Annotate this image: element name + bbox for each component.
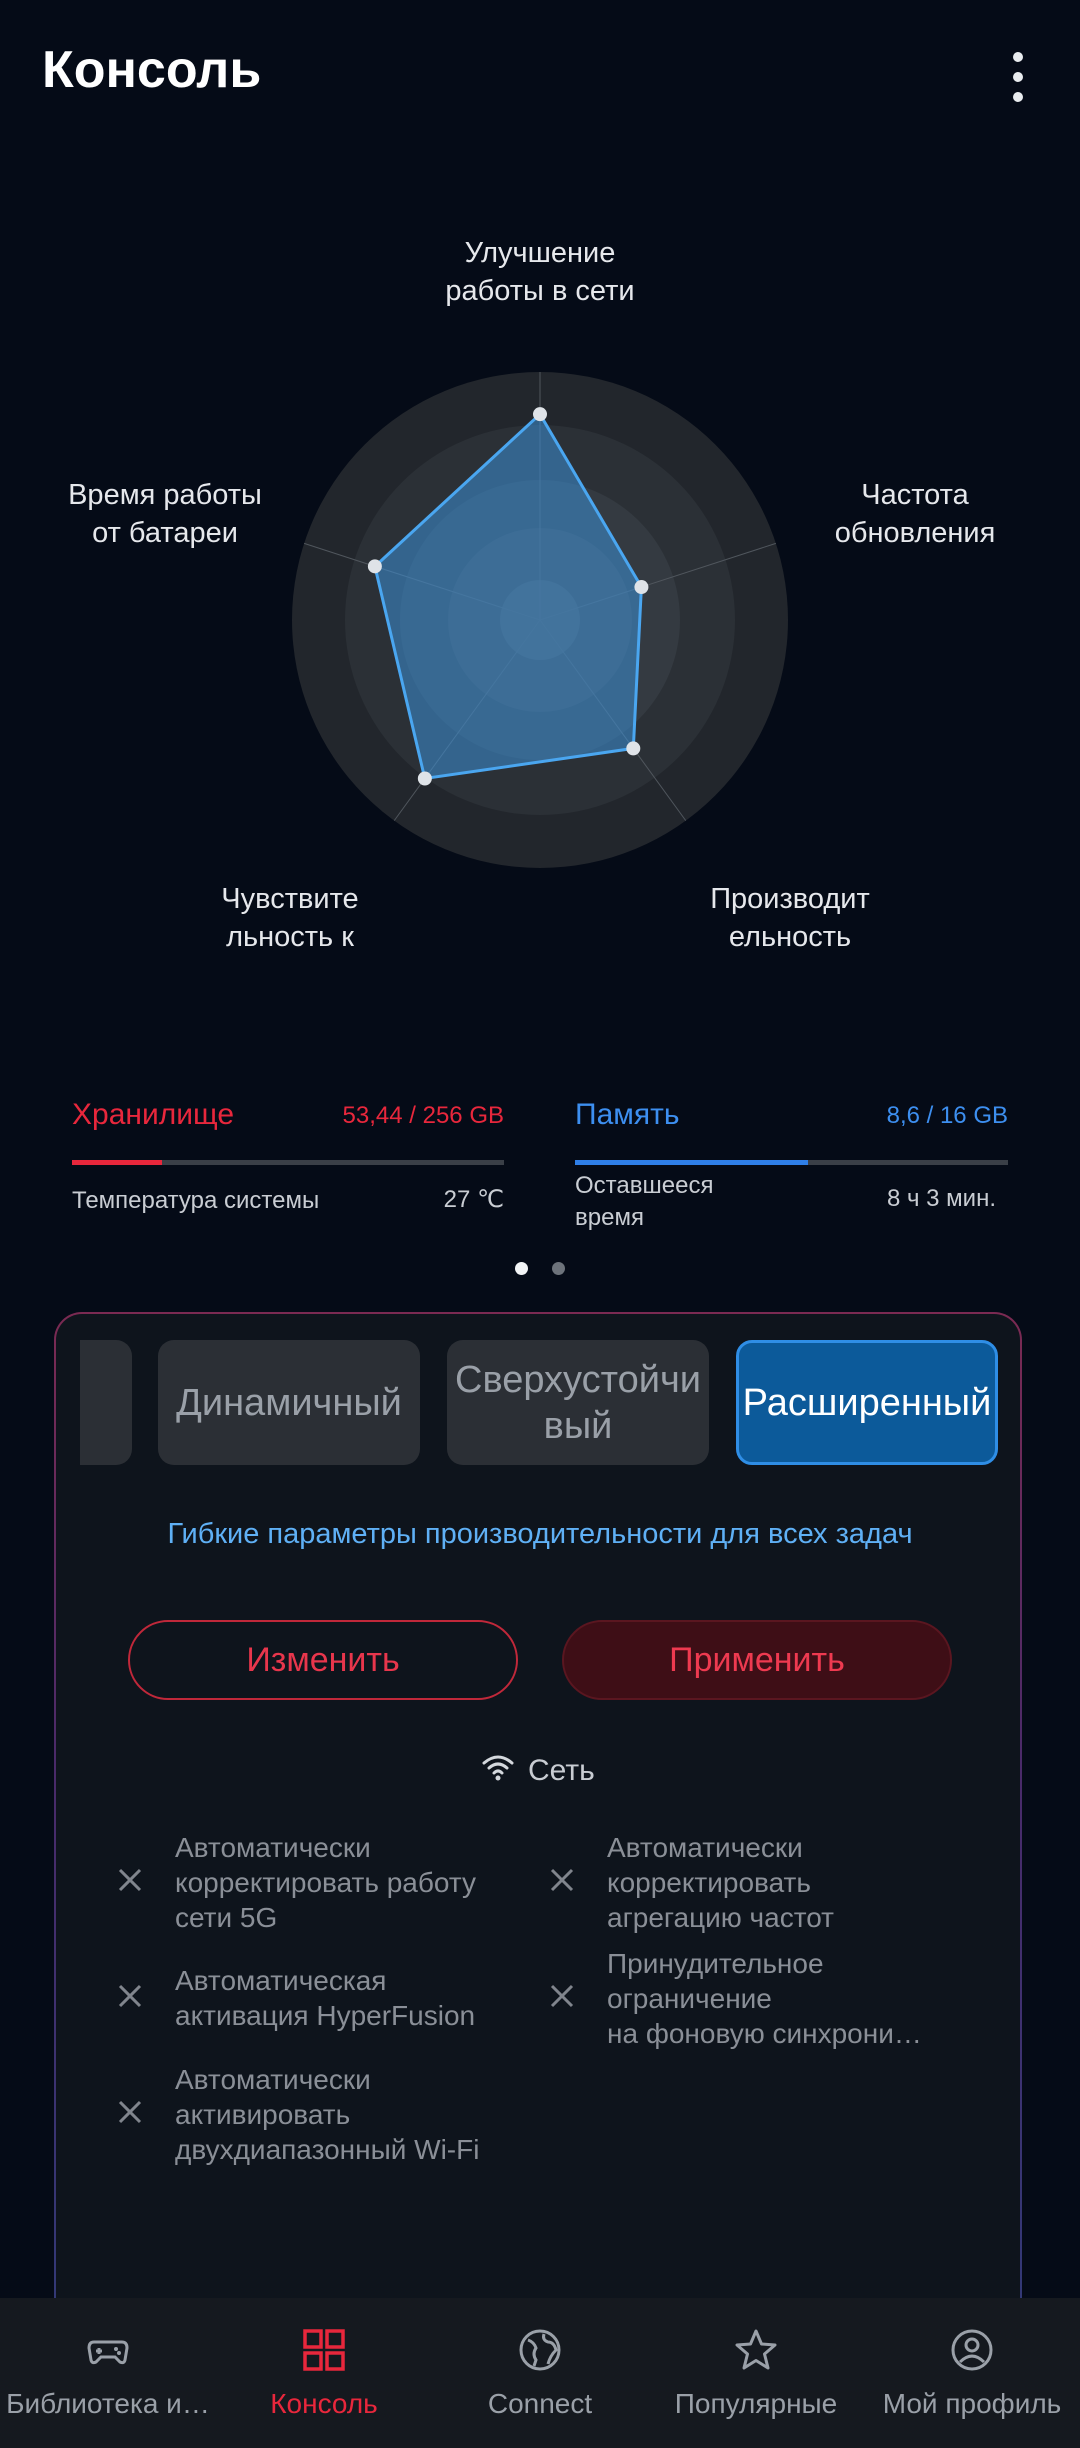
radar-label-sensitivity: Чувствите льность к (221, 883, 359, 953)
gamepad-icon (87, 2340, 129, 2365)
option-dual-wifi: Автоматически активировать двухдиапазонный… (175, 2064, 480, 2165)
radar-point (417, 771, 432, 786)
nav-label: Популярные (674, 2388, 838, 2419)
remaining-time-value: 8 ч 3 мин. (886, 1185, 996, 1212)
radar-label-battery: Время работы от батареи (68, 479, 262, 549)
nav-console[interactable]: Консоль (216, 2298, 432, 2448)
storage-value: 53,44 / 256 GB (342, 1102, 504, 1129)
memory-value: 8,6 / 16 GB (886, 1102, 1008, 1129)
pager-dot-active[interactable] (515, 1262, 528, 1275)
storage-bar-fill (72, 1160, 163, 1165)
profile-icon (951, 2329, 993, 2371)
storage-bar (72, 1160, 504, 1165)
radar-label-performance: Производит ельность (710, 883, 870, 953)
option-background-sync: Принудительное ограничение на фоновую синх… (607, 1948, 922, 2049)
apply-button[interactable]: Применить (562, 1620, 952, 1700)
temperature-value: 27 ℃ (443, 1186, 504, 1213)
network-section-title: Сеть (528, 1754, 595, 1787)
radar-point (367, 559, 382, 574)
close-icon (118, 1984, 142, 2008)
mode-advanced[interactable]: Расширенный (736, 1340, 998, 1465)
mode-dynamic[interactable]: Динамичный (158, 1340, 420, 1465)
radar-point (634, 580, 649, 595)
nav-popular[interactable]: Популярные (648, 2298, 864, 2448)
option-hyperfusion: Автоматическая активация HyperFusion (175, 1965, 476, 2031)
radar-label-refresh: Частота обновления (834, 479, 996, 549)
memory-title: Память (575, 1098, 680, 1131)
mode-description: Гибкие параметры производительности для … (167, 1518, 913, 1550)
bottom-navigation: Библиотека и… Консоль Connect Популярные… (0, 2298, 1080, 2448)
edit-button[interactable]: Изменить (128, 1620, 518, 1700)
close-icon (550, 1868, 574, 1892)
nav-label: Connect (487, 2388, 593, 2419)
nav-library[interactable]: Библиотека и… (0, 2298, 216, 2448)
temperature-label: Температура системы (72, 1187, 320, 1214)
storage-title: Хранилище (72, 1098, 234, 1131)
pager-dot[interactable] (552, 1262, 565, 1275)
dashboard-icon (303, 2329, 345, 2371)
remaining-time-label: Оставшееся время (575, 1172, 714, 1231)
wifi-icon (482, 1755, 514, 1781)
close-icon (118, 2100, 142, 2124)
mode-ultra-stable[interactable]: Сверхустойчи вый (447, 1340, 709, 1465)
memory-bar (575, 1160, 1008, 1165)
close-icon (550, 1984, 574, 2008)
mode-card-partial[interactable] (80, 1340, 132, 1465)
close-icon (118, 1868, 142, 1892)
nav-label: Консоль (270, 2388, 378, 2419)
radar-chart (292, 372, 788, 868)
nav-connect[interactable]: Connect (432, 2298, 648, 2448)
globe-icon (519, 2329, 561, 2371)
radar-point (533, 407, 547, 422)
option-auto-5g: Автоматически корректировать работу сети 5… (175, 1832, 477, 1933)
memory-bar-fill (575, 1160, 808, 1165)
page-title: Консоль (42, 41, 262, 99)
nav-label: Мой профиль (882, 2388, 1062, 2419)
radar-label-network: Улучшение работы в сети (445, 237, 635, 307)
nav-label: Библиотека и… (6, 2388, 210, 2419)
option-carrier-aggregation: Автоматически корректировать агрегацию час… (607, 1832, 835, 1933)
more-vert-icon[interactable] (1000, 48, 1036, 108)
radar-point (626, 741, 641, 756)
star-icon (735, 2329, 777, 2370)
nav-profile[interactable]: Мой профиль (864, 2298, 1080, 2448)
